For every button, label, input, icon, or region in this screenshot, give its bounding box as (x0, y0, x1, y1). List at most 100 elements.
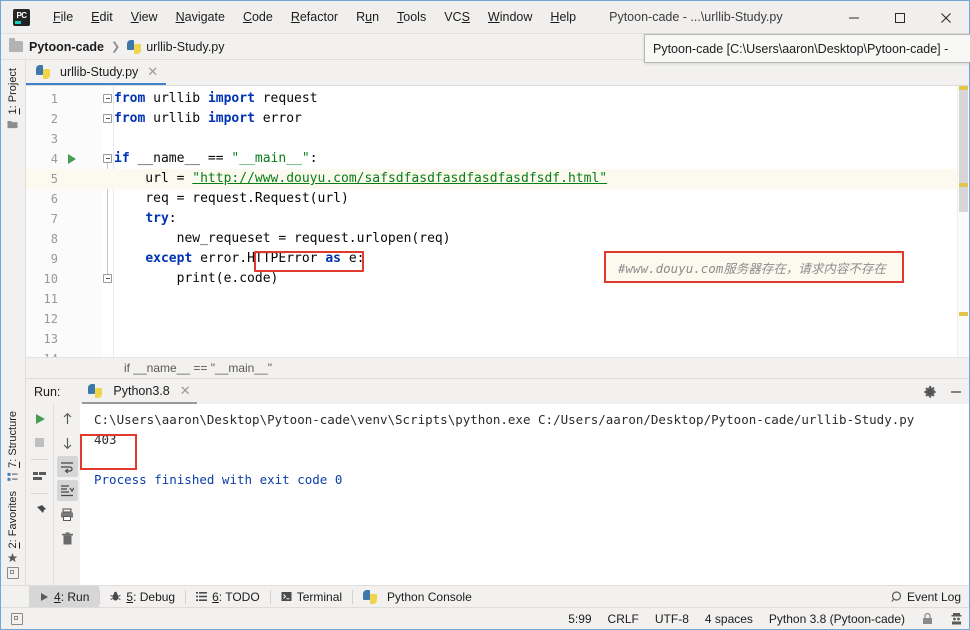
code-line-13[interactable] (102, 329, 957, 349)
menu-edit[interactable]: Edit (82, 6, 122, 28)
print-icon[interactable] (57, 504, 78, 525)
gutter-line-8[interactable]: 8 (26, 229, 102, 249)
status-line-separator[interactable]: CRLF (608, 612, 639, 626)
scroll-to-end-icon[interactable] (57, 480, 78, 501)
editor-scrollbar-thumb[interactable] (959, 90, 968, 212)
code-line-7[interactable]: try: (102, 209, 957, 229)
menu-help[interactable]: Help (541, 6, 585, 28)
sidebar-item-favorites[interactable]: 2: Favorites (7, 487, 19, 567)
code-token-plain: urllib (145, 91, 208, 106)
minimize-icon[interactable] (949, 385, 963, 399)
code-area[interactable]: from urllib import requestfrom urllib im… (102, 86, 957, 378)
inspector-icon[interactable] (950, 612, 963, 625)
line-number: 2 (26, 112, 60, 126)
code-line-3[interactable] (102, 129, 957, 149)
stop-icon (29, 432, 50, 453)
bottom-tab-terminal[interactable]: Terminal (271, 586, 352, 608)
bug-icon (110, 591, 121, 602)
marker-warning-top[interactable] (959, 86, 968, 90)
close-button[interactable] (923, 1, 969, 34)
gutter-line-3[interactable]: 3 (26, 129, 102, 149)
breadcrumb-file[interactable]: urllib-Study.py (146, 40, 224, 54)
gutter-line-5[interactable]: 5 (26, 169, 102, 189)
marker-warning-mid[interactable] (959, 183, 968, 187)
code-line-8[interactable]: new_requeset = request.urlopen(req) (102, 229, 957, 249)
gutter-line-11[interactable]: 11 (26, 289, 102, 309)
menu-run[interactable]: Run (347, 6, 388, 28)
gutter-line-2[interactable]: 2 (26, 109, 102, 129)
up-arrow-icon[interactable] (57, 408, 78, 429)
run-panel-body: C:\Users\aaron\Desktop\Pytoon-cade\venv\… (26, 404, 969, 585)
editor-scrollbar[interactable] (957, 86, 969, 378)
maximize-button[interactable] (877, 1, 923, 34)
menu-vcs[interactable]: VCS (435, 6, 479, 28)
gutter-line-1[interactable]: 1 (26, 89, 102, 109)
run-toolbar-left (26, 404, 53, 585)
code-line-4[interactable]: if __name__ == "__main__": (102, 149, 957, 169)
bottom-tab-python-console[interactable]: Python Console (353, 586, 482, 608)
rerun-icon[interactable] (29, 408, 50, 429)
code-line-1[interactable]: from urllib import request (102, 89, 957, 109)
run-line-icon[interactable] (68, 154, 76, 164)
close-icon[interactable]: ✕ (180, 383, 191, 399)
status-indent[interactable]: 4 spaces (705, 612, 753, 626)
code-line-11[interactable] (102, 289, 957, 309)
bottom-tab-run[interactable]: 4: Run (29, 586, 99, 608)
menu-window[interactable]: Window (479, 6, 541, 28)
console-scrollbar[interactable] (957, 404, 969, 585)
code-editor[interactable]: 1234567891011121314 from urllib import r… (26, 86, 969, 379)
run-console-output[interactable]: C:\Users\aaron\Desktop\Pytoon-cade\venv\… (80, 404, 957, 585)
menu-file[interactable]: File (44, 6, 82, 28)
minimize-button[interactable] (831, 1, 877, 34)
lock-icon[interactable] (921, 612, 934, 625)
bottom-tab-todo[interactable]: 6: TODO (186, 586, 270, 608)
editor-structure-breadcrumb[interactable]: if __name__ == "__main__" (26, 357, 969, 378)
code-token-kw: except (145, 251, 192, 266)
navigation-bar: Pytoon-cade ❯ urllib-Study.py Pytoon-cad… (1, 34, 969, 60)
gutter-line-7[interactable]: 7 (26, 209, 102, 229)
soft-wrap-icon[interactable] (57, 456, 78, 477)
console-icon[interactable] (29, 466, 50, 487)
event-log-button[interactable]: Event Log (891, 590, 961, 604)
workspace: 1: Project 7: Structure 2: Favorites (1, 60, 969, 585)
editor-tab-urllib-study[interactable]: urllib-Study.py ✕ (26, 60, 166, 85)
python-file-icon (36, 65, 50, 79)
editor-tab-bar: urllib-Study.py ✕ (26, 60, 969, 86)
menu-code[interactable]: Code (234, 6, 282, 28)
code-line-5[interactable]: url = "http://www.douyu.com/safsdfasdfas… (102, 169, 957, 189)
gutter-line-9[interactable]: 9 (26, 249, 102, 269)
run-configuration-tab[interactable]: Python3.8 ✕ (82, 380, 196, 404)
marker-warning-low[interactable] (959, 312, 968, 316)
gutter-line-13[interactable]: 13 (26, 329, 102, 349)
close-icon[interactable]: ✕ (147, 64, 158, 80)
editor-gutter[interactable]: 1234567891011121314 (26, 86, 102, 378)
gutter-line-4[interactable]: 4 (26, 149, 102, 169)
gutter-line-12[interactable]: 12 (26, 309, 102, 329)
status-caret-position[interactable]: 5:99 (568, 612, 591, 626)
code-line-12[interactable] (102, 309, 957, 329)
code-token-plain: __name__ == (130, 151, 232, 166)
menu-tools[interactable]: Tools (388, 6, 435, 28)
line-number: 10 (26, 272, 60, 286)
menu-refactor[interactable]: Refactor (282, 6, 347, 28)
code-line-2[interactable]: from urllib import error (102, 109, 957, 129)
menu-view[interactable]: View (122, 6, 167, 28)
code-line-6[interactable]: req = request.Request(url) (102, 189, 957, 209)
sidebar-item-structure[interactable]: 7: Structure (7, 407, 19, 487)
menu-navigate[interactable]: Navigate (167, 6, 234, 28)
down-arrow-icon[interactable] (57, 432, 78, 453)
gutter-line-10[interactable]: 10 (26, 269, 102, 289)
status-encoding[interactable]: UTF-8 (655, 612, 689, 626)
toggle-toolwindows-icon[interactable] (11, 613, 23, 625)
code-token-str: "__main__" (231, 151, 309, 166)
pin-icon[interactable] (29, 500, 50, 521)
bottom-tab-debug[interactable]: 5: Debug (100, 586, 185, 608)
sidebar-item-project[interactable]: 1: Project (7, 64, 19, 133)
gear-icon[interactable] (923, 385, 937, 399)
gutter-line-6[interactable]: 6 (26, 189, 102, 209)
status-interpreter[interactable]: Python 3.8 (Pytoon-cade) (769, 612, 905, 626)
breadcrumb-project[interactable]: Pytoon-cade (29, 40, 104, 54)
toggle-toolwindows-icon[interactable] (7, 567, 19, 579)
trash-icon[interactable] (57, 528, 78, 549)
code-token-plain: request (255, 91, 318, 106)
